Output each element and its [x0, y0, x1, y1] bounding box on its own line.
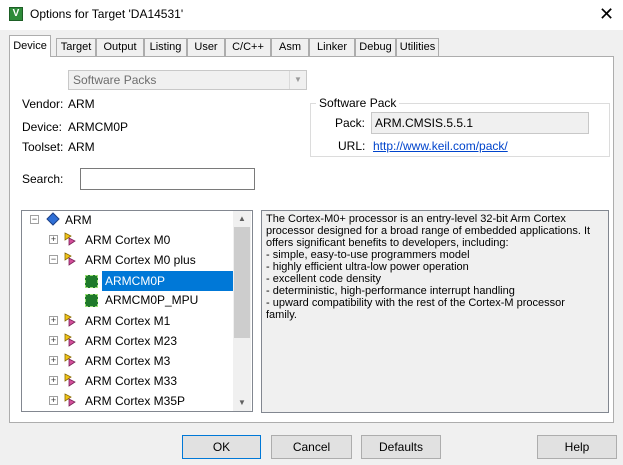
vendor-value: ARM: [68, 97, 95, 111]
device-family-icon: [64, 232, 76, 246]
tab-utilities[interactable]: Utilities: [396, 38, 439, 57]
ok-button[interactable]: OK: [182, 435, 261, 459]
tab-output[interactable]: Output: [96, 38, 144, 57]
tree-item-armcm0p-mpu[interactable]: ARMCM0P_MPU: [22, 290, 234, 310]
title-bar: V Options for Target 'DA14531' ✕: [0, 0, 623, 30]
expand-icon[interactable]: +: [49, 376, 58, 385]
software-pack-title: Software Pack: [316, 96, 400, 110]
expand-icon[interactable]: +: [49, 235, 58, 244]
tab-user[interactable]: User: [187, 38, 225, 57]
tree-item-cortex-m0-plus[interactable]: − ARM Cortex M0 plus: [22, 250, 234, 270]
tab-device[interactable]: Device: [9, 35, 51, 57]
chevron-down-icon: ▼: [289, 71, 306, 89]
expand-icon[interactable]: +: [49, 396, 58, 405]
tree-item-armcm0p[interactable]: ARMCM0P: [22, 271, 234, 291]
expand-icon[interactable]: +: [49, 336, 58, 345]
tab-listing[interactable]: Listing: [144, 38, 187, 57]
defaults-button[interactable]: Defaults: [361, 435, 441, 459]
url-label: URL:: [338, 139, 366, 153]
tab-target[interactable]: Target: [56, 38, 96, 57]
app-icon: V: [9, 7, 23, 21]
window-title: Options for Target 'DA14531': [30, 7, 184, 21]
tree-label: ARM Cortex M0 plus: [85, 253, 196, 267]
tree-label: ARM Cortex M0: [85, 233, 171, 247]
device-label: Device:: [22, 120, 63, 134]
device-source-value: Software Packs: [73, 73, 157, 87]
tree-scrollbar[interactable]: ▲ ▼: [233, 211, 251, 411]
tree-label: ARM Cortex M23: [85, 334, 178, 348]
tree-item-arm[interactable]: − ARM: [22, 211, 234, 230]
tree-label: ARM Cortex M1: [85, 314, 171, 328]
description-scrollbar[interactable]: [590, 211, 608, 412]
toolset-label: Toolset:: [22, 140, 64, 154]
options-dialog: V Options for Target 'DA14531' ✕ Device …: [0, 0, 623, 465]
tab-linker[interactable]: Linker: [309, 38, 355, 57]
tree-label: ARMCM0P_MPU: [105, 293, 199, 307]
tree-item-cortex-m0[interactable]: + ARM Cortex M0: [22, 230, 234, 250]
device-family-icon: [64, 333, 76, 347]
description-text: The Cortex-M0+ processor is an entry-lev…: [266, 213, 591, 321]
device-family-icon: [64, 313, 76, 327]
tab-c-cpp[interactable]: C/C++: [225, 38, 271, 57]
tab-asm[interactable]: Asm: [271, 38, 309, 57]
collapse-icon[interactable]: −: [30, 215, 39, 224]
tree-item-cortex-m1[interactable]: + ARM Cortex M1: [22, 311, 234, 331]
chip-icon: [85, 275, 98, 288]
toolset-value: ARM: [68, 140, 95, 154]
tree-item-cortex-m35p[interactable]: + ARM Cortex M35P: [22, 391, 234, 411]
device-source-select[interactable]: Software Packs ▼: [68, 70, 307, 90]
tree-item-cortex-m23[interactable]: + ARM Cortex M23: [22, 331, 234, 351]
collapse-icon[interactable]: −: [49, 255, 58, 264]
close-icon[interactable]: ✕: [590, 0, 623, 30]
device-value: ARMCM0P: [68, 120, 129, 134]
tree-label: ARM: [65, 213, 92, 227]
pack-label: Pack:: [335, 116, 366, 130]
tab-debug[interactable]: Debug: [355, 38, 396, 57]
device-tree[interactable]: − ARM + ARM Cortex M0 − ARM Cortex M0 pl…: [21, 210, 253, 412]
pack-url-link[interactable]: http://www.keil.com/pack/: [373, 139, 508, 153]
device-description: The Cortex-M0+ processor is an entry-lev…: [261, 210, 609, 413]
tree-item-cortex-m3[interactable]: + ARM Cortex M3: [22, 351, 234, 371]
device-family-icon: [64, 373, 76, 387]
tree-label: ARM Cortex M35P: [85, 394, 186, 408]
tree-item-cortex-m33[interactable]: + ARM Cortex M33: [22, 371, 234, 391]
device-family-icon: [64, 353, 76, 367]
vendor-diamond-icon: [46, 212, 60, 226]
device-family-icon: [64, 393, 76, 407]
search-label: Search:: [22, 172, 64, 186]
expand-icon[interactable]: +: [49, 356, 58, 365]
tree-label-selected: ARMCM0P: [102, 271, 234, 291]
cancel-button[interactable]: Cancel: [271, 435, 352, 459]
chip-icon: [85, 294, 98, 307]
scroll-down-arrow-icon[interactable]: ▼: [233, 395, 251, 411]
tree-label: ARM Cortex M33: [85, 374, 178, 388]
pack-field: ARM.CMSIS.5.5.1: [371, 112, 589, 134]
scroll-thumb[interactable]: [234, 227, 250, 338]
help-button[interactable]: Help: [537, 435, 617, 459]
tree-label: ARM Cortex M3: [85, 354, 171, 368]
search-input[interactable]: [80, 168, 255, 190]
expand-icon[interactable]: +: [49, 316, 58, 325]
device-family-icon: [64, 252, 76, 266]
scroll-up-arrow-icon[interactable]: ▲: [233, 211, 251, 227]
vendor-label: Vendor:: [22, 97, 64, 111]
